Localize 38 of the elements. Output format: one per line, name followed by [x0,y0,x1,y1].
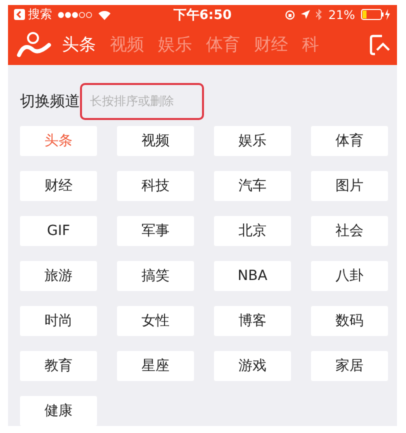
back-icon[interactable] [14,9,25,20]
channel-item[interactable]: 搞笑 [117,261,194,291]
channel-item[interactable]: 财经 [20,171,97,201]
channel-item[interactable]: 体育 [311,126,388,156]
channel-item[interactable]: 女性 [117,306,194,336]
status-time: 下午6:50 [173,6,232,24]
channel-item[interactable]: 图片 [311,171,388,201]
channel-item[interactable]: 旅游 [20,261,97,291]
back-label[interactable]: 搜索 [28,6,52,24]
location-icon [301,10,310,20]
channel-item[interactable]: 社会 [311,216,388,246]
channel-item[interactable]: 家居 [311,351,388,381]
signal-icon [58,12,92,18]
channel-item[interactable]: 北京 [214,216,291,246]
panel-title: 切换频道 [20,92,80,111]
channel-item[interactable]: 星座 [117,351,194,381]
channel-item[interactable]: 视频 [117,126,194,156]
channel-item[interactable]: GIF [20,216,97,246]
channel-item[interactable]: NBA [214,261,291,291]
bluetooth-icon [316,9,322,20]
channel-tab[interactable]: 头条 [62,29,96,60]
logo-icon [16,30,52,59]
channel-item[interactable]: 博客 [214,306,291,336]
channel-item[interactable]: 数码 [311,306,388,336]
channel-item[interactable]: 八卦 [311,261,388,291]
channel-item[interactable]: 科技 [117,171,194,201]
wifi-icon [98,10,111,20]
channel-item[interactable]: 健康 [20,396,97,426]
battery-charging-icon [361,9,391,20]
channel-item[interactable]: 教育 [20,351,97,381]
hint-text: 长按排序或删除 [80,83,204,120]
channel-item[interactable]: 游戏 [214,351,291,381]
channel-item[interactable]: 军事 [117,216,194,246]
battery-percent: 21% [328,8,355,22]
collapse-icon[interactable] [369,34,391,56]
channel-item[interactable]: 娱乐 [214,126,291,156]
channel-item[interactable]: 时尚 [20,306,97,336]
channel-item[interactable]: 汽车 [214,171,291,201]
